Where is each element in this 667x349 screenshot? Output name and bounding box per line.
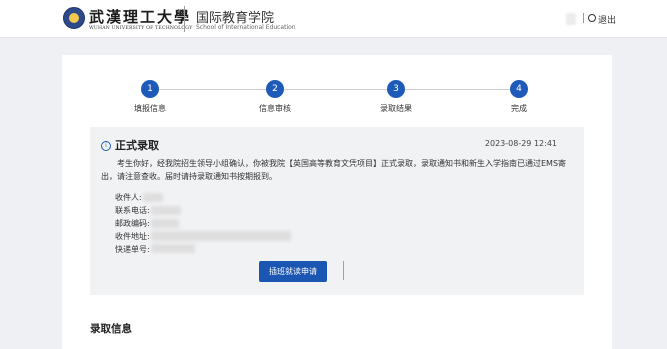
step-1-label: 填报信息 [134,104,166,113]
notice-message: 考生你好，经我院招生领导小组确认，你被我院【英国高等教育文凭项目】正式录取，录取… [101,159,567,181]
main-card: 1 填报信息 2 信息审核 3 录取结果 4 完成 i 正式录取 2023-08… [62,55,612,349]
step-3-circle: 3 [387,80,405,98]
school-name-en: School of International Education [196,24,296,31]
step-2-circle: 2 [266,80,284,98]
header-divider [184,6,185,32]
field-label-phone: 联系电话: [115,206,150,215]
header-separator [583,13,584,23]
transfer-application-button[interactable]: 插班就读申请 [259,261,327,282]
university-name-cn: 武漢理工大學 [89,8,192,26]
field-value-tracking-redacted [151,244,195,253]
field-label-tracking: 快递单号: [115,245,150,254]
logout-label: 退出 [598,16,617,26]
field-value-address-redacted [151,231,291,241]
section-title-admission-info: 录取信息 [90,323,132,335]
step-4-label: 完成 [511,104,527,113]
field-value-postcode-redacted [151,219,179,228]
field-label-recipient: 收件人: [115,193,142,202]
field-label-address: 收件地址: [115,232,150,241]
logout-button[interactable]: 退出 [588,13,616,26]
notice-title: 正式录取 [115,139,159,152]
power-icon [588,14,596,22]
university-name-en: WUHAN UNIVERSITY OF TECHNOLOGY [89,26,193,31]
university-logo [63,7,85,29]
field-value-phone-redacted [151,206,181,215]
step-3-label: 录取结果 [380,104,412,113]
step-2-label: 信息审核 [259,104,291,113]
step-connector [405,89,511,90]
admission-notice: i 正式录取 2023-08-29 12:41 考生你好，经我院招生领导小组确认… [90,127,584,295]
step-connector [284,89,388,90]
step-1-circle: 1 [141,80,159,98]
top-header: 武漢理工大學 WUHAN UNIVERSITY OF TECHNOLOGY 国际… [0,0,667,38]
info-icon: i [101,141,111,151]
notice-timestamp: 2023-08-29 12:41 [484,139,557,148]
field-value-recipient-redacted [143,193,163,202]
field-label-postcode: 邮政编码: [115,219,150,228]
step-connector [159,89,267,90]
step-4-circle: 4 [510,80,528,98]
user-avatar[interactable] [566,13,576,25]
decorative-mark [343,261,344,280]
